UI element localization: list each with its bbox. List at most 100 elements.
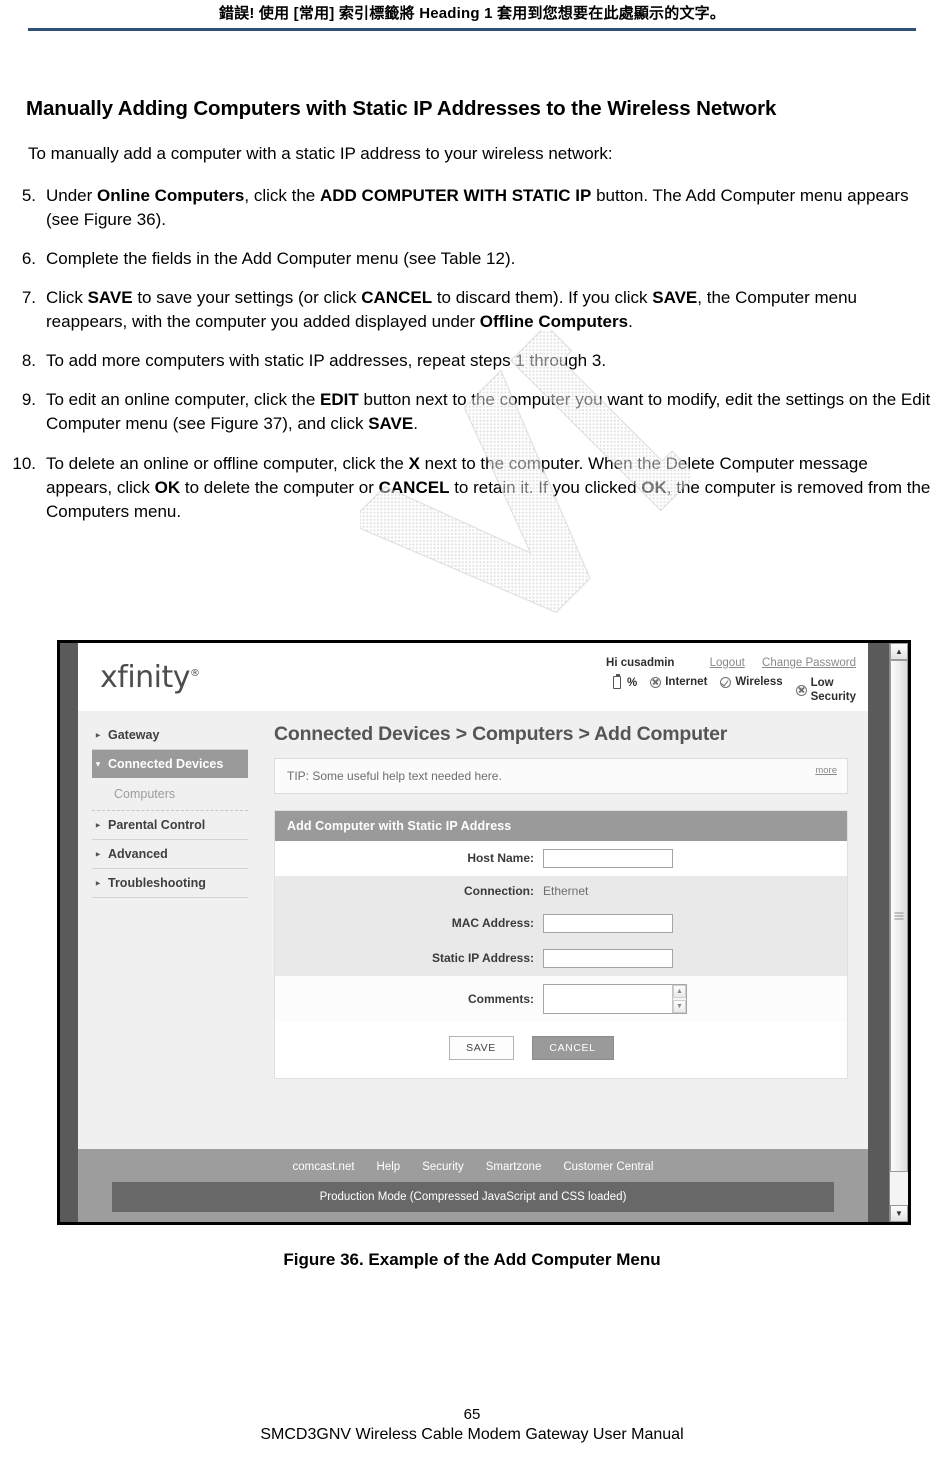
comments-textarea[interactable]: ▲ ▼ <box>543 983 687 1014</box>
figure-36-screenshot: xfinity® Hi cusadmin Logout Change Passw… <box>57 640 911 1225</box>
tip-text: TIP: Some useful help text needed here. <box>287 768 502 783</box>
logout-link[interactable]: Logout <box>710 657 745 669</box>
step-run: To delete an online or offline computer,… <box>46 453 409 473</box>
gateway-admin-page: xfinity® Hi cusadmin Logout Change Passw… <box>78 643 868 1222</box>
security-status: Low Security <box>795 676 856 705</box>
step-emphasis: CANCEL <box>361 287 433 307</box>
xfinity-logo-tm: ® <box>190 668 200 679</box>
field-label-comments: Comments: <box>467 991 534 1006</box>
field-label-host-name: Host Name: <box>467 851 534 866</box>
textarea-scroll-up-icon[interactable]: ▲ <box>673 984 686 998</box>
step-text: Complete the fields in the Add Computer … <box>46 249 515 268</box>
battery-status: % <box>613 674 638 689</box>
form-row-connection: Connection: Ethernet <box>275 875 847 906</box>
scrollbar-thumb[interactable] <box>890 660 908 1173</box>
step-run: , click the <box>244 185 320 205</box>
procedure-step-list: 5. Under Online Computers, click the ADD … <box>0 184 944 524</box>
footer-link-security[interactable]: Security <box>422 1161 464 1173</box>
admin-footer: comcast.net Help Security Smartzone Customer… <box>78 1149 868 1222</box>
mac-address-input[interactable] <box>543 913 673 933</box>
step-run: to discard them). If you click <box>432 287 653 307</box>
step-text: To delete an online or offline computer,… <box>46 454 930 521</box>
frame-left-margin <box>60 643 78 1222</box>
sidebar-item-label: Troubleshooting <box>108 875 206 890</box>
step-run: Click <box>46 287 88 307</box>
field-label-connection: Connection: <box>464 883 534 898</box>
step-emphasis: EDIT <box>320 390 359 410</box>
panel-button-row: SAVE CANCEL <box>260 1022 847 1078</box>
textarea-scrollbar[interactable]: ▲ ▼ <box>672 984 686 1013</box>
footer-link-comcast-net[interactable]: comcast.net <box>293 1161 355 1173</box>
step-run: . <box>628 312 633 332</box>
step-number: 10. <box>12 453 36 473</box>
step-emphasis: Online Computers <box>97 185 245 205</box>
sidebar-item-gateway[interactable]: ▸ Gateway <box>92 721 248 750</box>
scroll-up-arrow-icon[interactable]: ▲ <box>890 643 908 660</box>
page-title: Manually Adding Computers with Static IP… <box>26 97 777 120</box>
breadcrumb: Connected Devices > Computers > Add Comp… <box>274 722 728 745</box>
step-emphasis: CANCEL <box>378 477 450 497</box>
field-label-static-ip-address: Static IP Address: <box>431 951 534 966</box>
page-number: 65 <box>463 1406 481 1423</box>
step-number: 7. <box>21 287 36 307</box>
step-emphasis: SAVE <box>87 287 133 307</box>
admin-topbar: xfinity® Hi cusadmin Logout Change Passw… <box>78 643 868 711</box>
sidebar-subitem-computers[interactable]: Computers <box>92 778 248 811</box>
static-ip-address-input[interactable] <box>543 948 673 968</box>
frame-right-margin <box>868 643 889 1222</box>
tip-more-link[interactable]: more <box>815 765 837 776</box>
sidebar-item-connected-devices[interactable]: ▾ Connected Devices <box>92 749 248 778</box>
scrollbar-grip-icon <box>894 912 904 920</box>
step-number: 9. <box>21 390 36 410</box>
tip-box: TIP: Some useful help text needed here. … <box>274 757 848 794</box>
panel-header: Add Computer with Static IP Address <box>275 810 847 841</box>
step-emphasis: ADD COMPUTER WITH STATIC IP <box>319 185 592 205</box>
sidebar-navigation: ▸ Gateway ▾ Connected Devices Computers ▸ Pare… <box>78 710 260 1149</box>
step-emphasis: OK <box>641 477 667 497</box>
step-number: 6. <box>21 248 36 268</box>
step-run: to delete the computer or <box>180 477 379 497</box>
admin-main-area: ▸ Gateway ▾ Connected Devices Computers ▸ Pare… <box>78 710 868 1149</box>
footer-link-help[interactable]: Help <box>377 1161 401 1173</box>
footer-link-list: comcast.net Help Security Smartzone Customer… <box>78 1161 868 1173</box>
sidebar-item-label: Gateway <box>108 727 160 742</box>
scrollbar-track[interactable] <box>890 660 908 1205</box>
page-header-text: 錯誤! 使用 [常用] 索引標籤將 Heading 1 套用到您想要在此處顯示的… <box>218 5 726 22</box>
figure-caption: Figure 36. Example of the Add Computer M… <box>283 1250 661 1269</box>
comments-textarea-input[interactable] <box>544 985 672 1013</box>
step-emphasis: SAVE <box>368 414 414 434</box>
scroll-down-arrow-icon[interactable]: ▼ <box>890 1205 908 1222</box>
internet-status-label: Internet <box>665 676 708 688</box>
page-header: 錯誤! 使用 [常用] 索引標籤將 Heading 1 套用到您想要在此處顯示的… <box>0 0 944 46</box>
form-row-mac-address: MAC Address: <box>275 905 847 941</box>
host-name-input[interactable] <box>543 848 673 868</box>
header-divider-rule <box>28 28 916 31</box>
cancel-button[interactable]: CANCEL <box>531 1035 614 1060</box>
chevron-right-icon: ▸ <box>96 849 101 859</box>
sidebar-item-advanced[interactable]: ▸ Advanced <box>92 840 248 869</box>
footer-link-smartzone[interactable]: Smartzone <box>486 1161 542 1173</box>
intro-paragraph: To manually add a computer with a static… <box>28 143 613 163</box>
circle-check-icon <box>720 676 732 688</box>
sidebar-item-troubleshooting[interactable]: ▸ Troubleshooting <box>92 869 248 898</box>
security-status-label: Low Security <box>811 676 856 705</box>
procedure-step: 8. To add more computers with static IP a… <box>0 349 944 373</box>
form-row-comments: Comments: ▲ ▼ <box>275 975 847 1022</box>
change-password-link[interactable]: Change Password <box>762 657 856 669</box>
vertical-scrollbar[interactable]: ▲ ▼ <box>889 643 908 1222</box>
sidebar-item-parental-control[interactable]: ▸ Parental Control <box>92 811 248 840</box>
browser-window-frame: xfinity® Hi cusadmin Logout Change Passw… <box>57 640 911 1225</box>
battery-percent-label: % <box>627 676 638 689</box>
footer-link-customer-central[interactable]: Customer Central <box>563 1161 653 1173</box>
chevron-right-icon: ▸ <box>96 878 101 888</box>
circle-x-security-icon <box>795 684 807 696</box>
form-row-host-name: Host Name: <box>275 840 847 876</box>
document-body: Manually Adding Computers with Static IP… <box>0 96 944 539</box>
textarea-scroll-down-icon[interactable]: ▼ <box>673 999 686 1013</box>
security-status-line2: Security <box>810 691 856 704</box>
save-button[interactable]: SAVE <box>448 1035 514 1060</box>
procedure-step: 7. Click SAVE to save your settings (or c… <box>0 286 944 334</box>
procedure-step: 9. To edit an online computer, click the … <box>0 388 944 436</box>
manual-title-footer: SMCD3GNV Wireless Cable Modem Gateway Us… <box>260 1426 684 1443</box>
step-emphasis: SAVE <box>652 287 698 307</box>
